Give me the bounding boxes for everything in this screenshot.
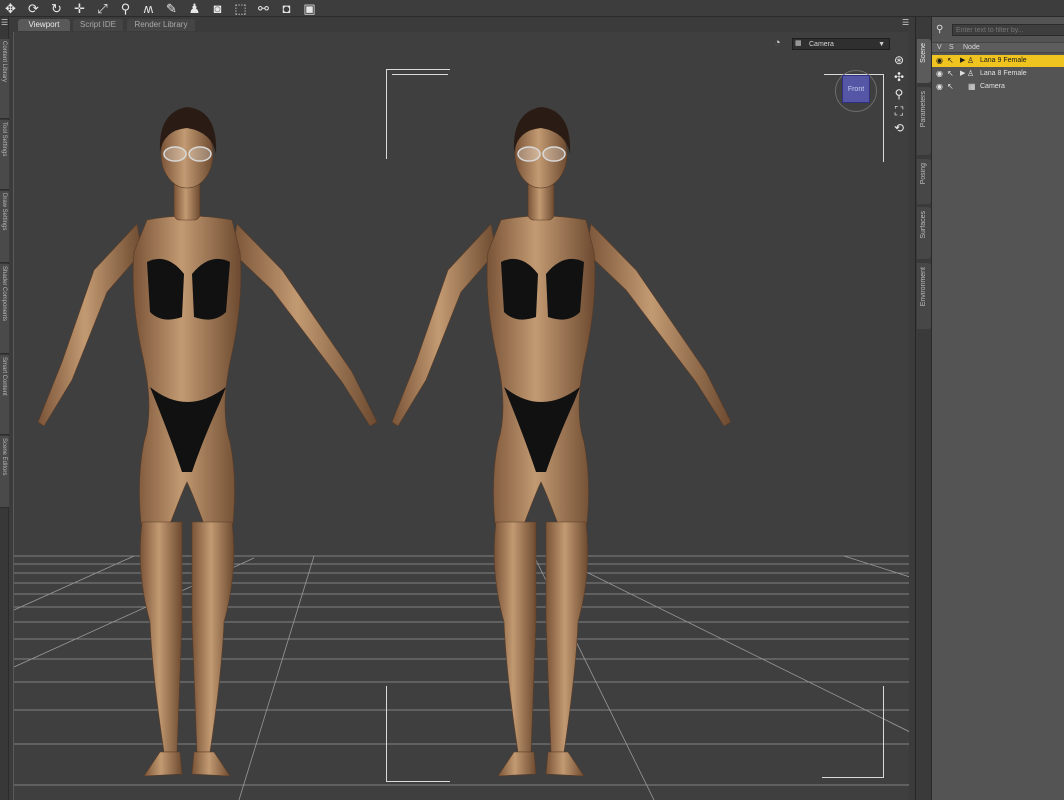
dock-tab-label: Draw Settings	[1, 193, 7, 231]
camera-tool-icon[interactable]: ◙	[209, 1, 226, 16]
dock-tab-label: Tool Settings	[1, 122, 7, 157]
dock-tab-scene-editors[interactable]: Scene Editors	[0, 436, 9, 508]
filter-row: ⚲	[932, 22, 1064, 38]
scene-node-label: Camera	[980, 83, 1005, 90]
scene-node-camera[interactable]: ◉ ↖ ▦ Camera	[932, 81, 1064, 93]
dock-tab-content-library[interactable]: Content Library	[0, 39, 9, 119]
view-cube[interactable]: Front	[829, 68, 885, 112]
dock-tab-draw-settings[interactable]: Draw Settings	[0, 191, 9, 263]
viewport-pane-menu-icon[interactable]: ☰	[902, 18, 912, 28]
select-arrow-icon[interactable]: ↖	[947, 69, 954, 78]
scene-node-lana-9-female[interactable]: ◉ ↖ ▶ ♙ Lana 9 Female	[932, 55, 1064, 67]
camera-icon: ▦	[795, 40, 802, 47]
frame-corner-bottom-right	[822, 686, 884, 778]
tab-surfaces-label: Surfaces	[920, 211, 927, 239]
column-node[interactable]: Node	[963, 44, 980, 51]
tab-parameters-label: Parameters	[920, 91, 927, 128]
view-cube-front-face[interactable]: Front	[842, 75, 870, 103]
tab-parameters[interactable]: Parameters	[917, 87, 931, 155]
expand-arrow-icon[interactable]: ▶	[960, 69, 965, 77]
eye-icon[interactable]: ◉	[936, 69, 943, 78]
3d-viewport[interactable]: ◔ ▦ Camera ▼ Front ⊛ ✣ ⚲ ⛶ ⟲	[13, 32, 909, 800]
zoom-icon[interactable]: ⚲	[890, 86, 908, 103]
universal-tool-icon[interactable]: ✥	[2, 1, 19, 16]
daz-studio-window: ✥ ⟳ ↻ ✛ ⤢ ⚲ ʍ ✎ ♟ ◙ ⬚ ⚯ ◘ ▣ Content Libr…	[0, 0, 1064, 800]
chevron-down-icon: ▼	[878, 40, 885, 48]
tab-environment[interactable]: Environment	[917, 263, 931, 329]
dock-tab-tool-settings[interactable]: Tool Settings	[0, 120, 9, 190]
search-icon[interactable]: ⚲	[936, 24, 948, 36]
figure-icon: ♙	[967, 69, 975, 78]
tab-scene[interactable]: Scene	[917, 39, 931, 83]
pane-menu-icon[interactable]: ☰	[1, 18, 10, 28]
dock-tab-smart-content[interactable]: Smart Content	[0, 355, 9, 435]
rotate-tool-icon[interactable]: ⟳	[25, 1, 42, 16]
node-select-icon[interactable]: ⚯	[255, 1, 272, 16]
dock-tab-label: Content Library	[1, 41, 7, 83]
right-dock-tabs: Scene Parameters Posing Surfaces Environ…	[915, 17, 931, 800]
left-dock-strip: Content Library Tool Settings Draw Setti…	[0, 17, 9, 800]
column-selectable[interactable]: S	[949, 44, 954, 51]
eye-icon[interactable]: ◉	[936, 82, 943, 91]
navigation-tools: ⊛ ✣ ⚲ ⛶ ⟲	[890, 52, 908, 137]
tab-scene-label: Scene	[920, 43, 927, 63]
joint-editor-icon[interactable]: ⚲	[117, 1, 134, 16]
tab-viewport[interactable]: Viewport	[18, 19, 70, 31]
figure-lana-8-female[interactable]	[386, 62, 746, 792]
figure-tool-icon[interactable]: ♟	[186, 1, 203, 16]
dock-tab-label: Smart Content	[1, 357, 7, 396]
select-arrow-icon[interactable]: ↖	[947, 56, 954, 65]
filter-input[interactable]	[952, 24, 1064, 36]
tab-posing[interactable]: Posing	[917, 159, 931, 204]
expand-arrow-icon[interactable]: ▶	[960, 56, 965, 64]
camera-select[interactable]: ▦ Camera ▼	[792, 38, 890, 50]
scale-tool-icon[interactable]: ⤢	[94, 1, 111, 16]
tab-surfaces[interactable]: Surfaces	[917, 207, 931, 259]
column-visible[interactable]: V	[937, 44, 942, 51]
eye-icon[interactable]: ◉	[936, 56, 943, 65]
reset-view-icon[interactable]: ⟲	[890, 120, 908, 137]
tab-script-ide[interactable]: Script IDE	[73, 19, 123, 31]
main-toolbar: ✥ ⟳ ↻ ✛ ⤢ ⚲ ʍ ✎ ♟ ◙ ⬚ ⚯ ◘ ▣	[0, 0, 1064, 17]
morph-tool-icon[interactable]: ʍ	[140, 1, 157, 16]
scene-node-label: Lana 8 Female	[980, 70, 1027, 77]
twist-tool-icon[interactable]: ↻	[48, 1, 65, 16]
tab-render-library[interactable]: Render Library	[127, 19, 195, 31]
select-arrow-icon[interactable]: ↖	[947, 82, 954, 91]
tab-posing-label: Posing	[920, 163, 927, 185]
dock-tab-label: Scene Editors	[1, 438, 7, 476]
frame-icon[interactable]: ⛶	[890, 103, 908, 120]
dock-tab-shader-components[interactable]: Shader Components	[0, 264, 9, 354]
scene-pane: ⚲ V S Node ◉ ↖ ▶ ♙ Lana 9 Female ◉ ↖ ▶ ♙…	[931, 17, 1064, 800]
spot-render-icon[interactable]: ◘	[278, 1, 295, 16]
dock-tab-label: Shader Components	[1, 266, 7, 322]
scene-column-header: V S Node	[932, 42, 1064, 53]
brush-tool-icon[interactable]: ✎	[163, 1, 180, 16]
scene-node-label: Lana 9 Female	[980, 57, 1027, 64]
camera-select-label: Camera	[809, 40, 834, 48]
view-options-icon[interactable]: ◔	[774, 37, 787, 50]
tab-environment-label: Environment	[920, 267, 927, 307]
translate-tool-icon[interactable]: ✛	[71, 1, 88, 16]
render-icon[interactable]: ▣	[301, 1, 318, 16]
region-select-icon[interactable]: ⬚	[232, 1, 249, 16]
figure-lana-9-female[interactable]	[32, 62, 392, 792]
viewport-tab-bar: ☰ Viewport Script IDE Render Library	[1, 17, 912, 31]
scene-node-lana-8-female[interactable]: ◉ ↖ ▶ ♙ Lana 8 Female	[932, 68, 1064, 80]
orbit-icon[interactable]: ⊛	[890, 52, 908, 69]
figure-icon: ♙	[967, 56, 975, 65]
camera-icon: ▦	[968, 82, 976, 91]
pan-icon[interactable]: ✣	[890, 69, 908, 86]
